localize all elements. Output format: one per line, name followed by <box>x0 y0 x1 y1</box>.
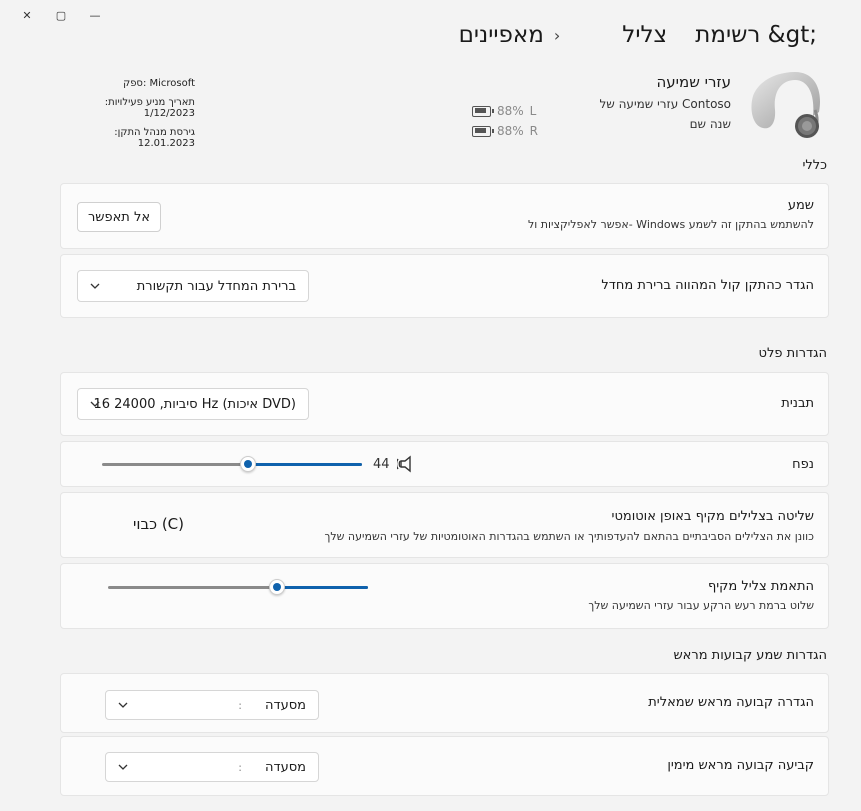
left-preset-card: הגדרה קבועה מראש שמאלית מסעדה : <box>60 673 829 733</box>
device-name: עזרי שמיעה <box>656 73 731 91</box>
ambient-control-description: כוונן את הצלילים הסביבתיים בהתאם להעדפות… <box>324 530 814 543</box>
right-preset-card: קביעה קבועה מראש מימין מסעדה : <box>60 736 829 796</box>
vendor-manufacturer: ספק: Microsoft <box>123 78 195 89</box>
default-device-dropdown[interactable]: ברירת המחדל עבור תקשורת <box>77 270 309 302</box>
vendor-info: ספק: Microsoft תאריך מניע פעילויות: 1/12… <box>60 78 195 157</box>
battery-right-label: R <box>529 124 539 138</box>
section-title-general: כללי <box>802 158 827 173</box>
format-card: תבנית 16 סיביות, 24000 Hz (איכות DVD) <box>60 372 829 436</box>
right-preset-dropdown[interactable]: מסעדה : <box>105 752 319 782</box>
battery-left-value: 88% <box>497 104 524 118</box>
chevron-down-icon <box>90 283 100 289</box>
window-controls: ✕ ▢ — <box>10 8 112 22</box>
dropdown-value: 16 סיביות, 24000 Hz (איכות DVD) <box>93 396 296 412</box>
dropdown-value: מסעדה <box>265 759 306 775</box>
ambient-adjust-title: התאמת צליל מקיף <box>707 579 814 594</box>
battery-left-label: L <box>529 104 537 118</box>
default-device-card: הגדר כהתקן קול המהווה ברירת מחדל ברירת ה… <box>60 254 829 318</box>
section-title-output: הגדרות פלט <box>758 346 827 361</box>
breadcrumb-item-sound[interactable]: צליל <box>622 22 667 48</box>
dropdown-value: מסעדה <box>265 697 306 713</box>
device-header: עזרי שמיעה עזרי שמיעה של Contoso שנה שם <box>599 70 825 145</box>
disallow-audio-button[interactable]: אל תאפשר <box>77 202 161 232</box>
dropdown-value: ברירת המחדל עבור תקשורת <box>136 278 296 294</box>
chevron-down-icon <box>90 401 100 407</box>
speaker-icon[interactable] <box>397 455 419 473</box>
device-text: עזרי שמיעה עזרי שמיעה של Contoso שנה שם <box>599 70 731 145</box>
default-device-title: הגדר כהתקן קול המהווה ברירת מחדל <box>601 278 814 293</box>
format-title: תבנית <box>781 396 814 411</box>
ambient-adjust-description: שלוט ברמת רעש הרקע עבור עזרי השמיעה שלך <box>588 599 814 612</box>
battery-right-value: 88% <box>497 124 524 138</box>
close-button[interactable]: ✕ <box>10 8 44 22</box>
ambient-toggle[interactable]: כבוי (C) <box>133 515 184 533</box>
left-preset-dropdown[interactable]: מסעדה : <box>105 690 319 720</box>
volume-card: נפח 44 <box>60 441 829 487</box>
volume-title: נפח <box>792 457 814 472</box>
hearing-aid-image <box>745 70 825 145</box>
audio-description: אפשר לאפליקציות ול- Windows להשתמש בהתקן… <box>528 218 814 231</box>
left-preset-title: הגדרה קבועה מראש שמאלית <box>648 695 814 710</box>
vendor-activation-date: תאריך מניע פעילויות: 1/12/2023 <box>104 97 195 119</box>
breadcrumb-item-list[interactable]: רשימת &gt; <box>695 22 817 48</box>
battery-icon <box>472 125 494 137</box>
ambient-adjust-card: התאמת צליל מקיף שלוט ברמת רעש הרקע עבור … <box>60 563 829 629</box>
maximize-button[interactable]: ▢ <box>44 8 78 22</box>
audio-card: שמע אפשר לאפליקציות ול- Windows להשתמש ב… <box>60 183 829 249</box>
format-dropdown[interactable]: 16 סיביות, 24000 Hz (איכות DVD) <box>77 388 309 420</box>
battery-left: 88% L <box>472 101 538 121</box>
volume-value: 44 <box>373 457 390 472</box>
battery-right: 88% R <box>472 121 538 141</box>
ambient-control-card: שליטה בצלילים מקיף באופן אוטומטי כוונן א… <box>60 492 829 558</box>
volume-slider[interactable] <box>102 456 362 472</box>
slider-thumb[interactable] <box>239 456 256 472</box>
slider-fill <box>247 463 362 466</box>
chevron-right-icon: › <box>553 25 561 45</box>
slider-thumb[interactable] <box>269 579 285 595</box>
rename-link[interactable]: שנה שם <box>599 117 731 131</box>
chevron-down-icon <box>118 702 128 708</box>
device-manufacturer: עזרי שמיעה של Contoso <box>599 97 731 111</box>
audio-title: שמע <box>787 198 814 213</box>
battery-status: 88% L 88% R <box>472 101 538 141</box>
dropdown-separator: : <box>238 760 242 774</box>
minimize-button[interactable]: — <box>78 8 112 22</box>
vendor-driver-version: גירסת מנהל התקן: 12.01.2023 <box>114 127 195 149</box>
page-title: מאפיינים <box>458 22 544 48</box>
ambient-control-title: שליטה בצלילים מקיף באופן אוטומטי <box>611 509 814 524</box>
slider-fill <box>277 586 368 589</box>
section-title-presets: הגדרות שמע קבועות מראש <box>673 648 827 663</box>
dropdown-separator: : <box>238 698 242 712</box>
ambient-slider[interactable] <box>108 579 368 595</box>
right-preset-title: קביעה קבועה מראש מימין <box>667 758 814 773</box>
battery-icon <box>472 105 494 117</box>
chevron-down-icon <box>118 764 128 770</box>
breadcrumb: רשימת &gt; צליל › מאפיינים <box>459 22 817 48</box>
